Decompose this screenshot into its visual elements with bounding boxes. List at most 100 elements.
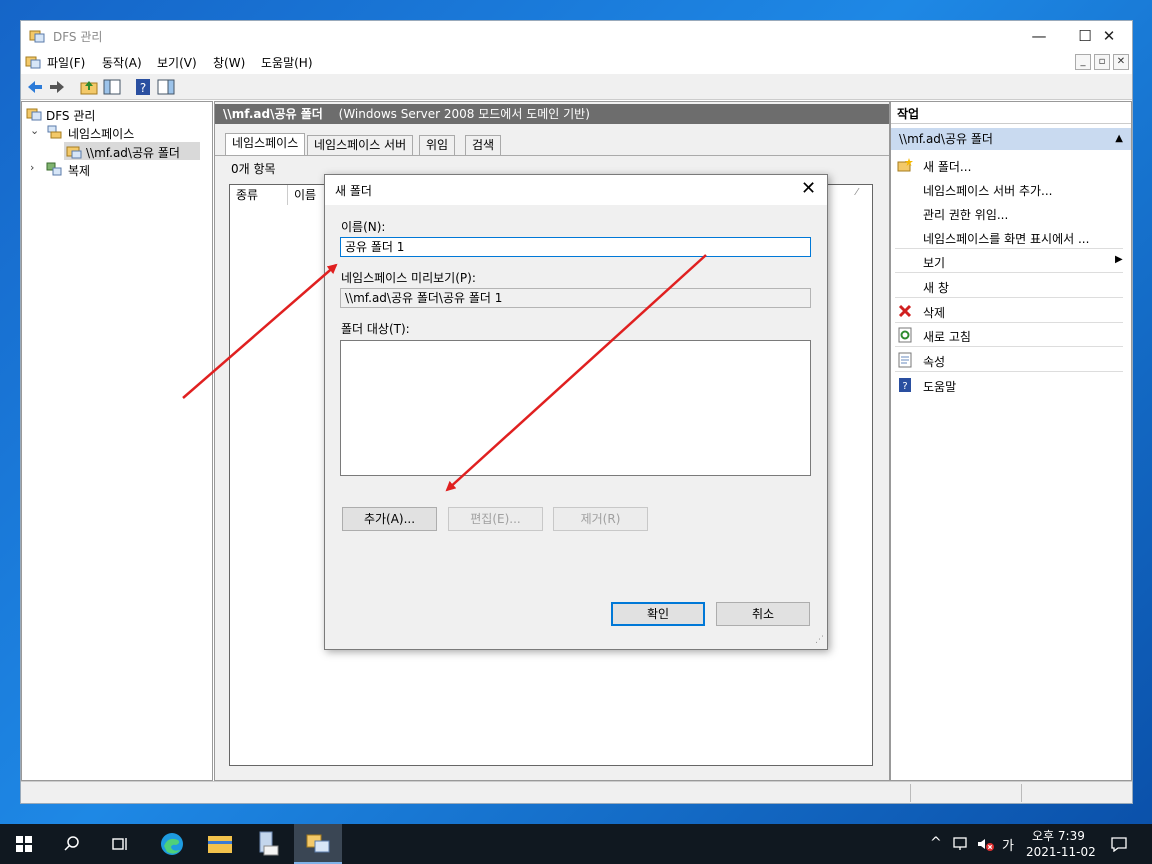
server-manager-icon [259, 831, 279, 856]
ok-button[interactable]: 확인 [611, 602, 705, 626]
chevron-down-icon[interactable]: ⌄ [30, 124, 39, 137]
taskbar-file-explorer[interactable] [196, 824, 244, 864]
toolbar: ? [21, 74, 1132, 100]
task-view-icon [112, 838, 127, 850]
refresh-icon [898, 327, 912, 343]
add-button[interactable]: 추가(A)... [342, 507, 437, 531]
actions-section[interactable]: \\mf.ad\공유 폴더 ▲ [891, 128, 1131, 150]
cancel-button[interactable]: 취소 [716, 602, 810, 626]
network-icon[interactable] [952, 836, 970, 852]
name-input[interactable]: 공유 폴더 1 [340, 237, 811, 257]
taskbar: ^ 가 오후 7:39 2021-11-02 [0, 824, 1152, 864]
dialog-close-icon[interactable]: ✕ [801, 178, 816, 199]
menu-window[interactable]: 창(W) [213, 54, 245, 71]
tree-replication[interactable]: 복제 [68, 162, 90, 179]
start-button[interactable] [0, 824, 48, 864]
collapse-up-icon[interactable]: ▲ [1115, 128, 1123, 150]
search-icon [64, 836, 79, 851]
help-icon[interactable]: ? [133, 77, 153, 97]
replication-icon [46, 162, 62, 176]
task-view-button[interactable] [96, 824, 144, 864]
menu-bar: 파일(F) 동작(A) 보기(V) 창(W) 도움말(H) _ ▫ ✕ [21, 51, 1132, 73]
preview-label: 네임스페이스 미리보기(P): [341, 271, 476, 285]
new-folder-dialog: 새 폴더 ✕ 이름(N): 공유 폴더 1 네임스페이스 미리보기(P): \\… [324, 174, 828, 650]
forward-arrow-icon[interactable] [47, 77, 67, 97]
actions-divider [895, 322, 1123, 323]
tree-root-dfs[interactable]: DFS 관리 [46, 107, 95, 124]
mdi-minimize-button[interactable]: _ [1075, 54, 1091, 70]
actions-divider [895, 297, 1123, 298]
new-folder-icon [897, 158, 913, 172]
action-properties[interactable]: 속성 [923, 353, 945, 370]
tab-delegation[interactable]: 위임 [419, 135, 456, 155]
dialog-title: 새 폴더 [335, 184, 372, 198]
results-header-path: \\mf.ad\공유 폴더 [223, 107, 323, 121]
action-add-namespace-server[interactable]: 네임스페이스 서버 추가... [923, 182, 1052, 199]
clock-date[interactable]: 2021-11-02 [1026, 845, 1096, 859]
svg-text:?: ? [140, 81, 146, 95]
column-type[interactable]: 종류 [230, 185, 288, 205]
help-icon: ? [899, 378, 911, 392]
menu-action[interactable]: 동작(A) [102, 54, 142, 71]
targets-list[interactable] [340, 340, 811, 476]
console-tree: DFS 관리 ⌄ 네임스페이스 \\mf.ad\공유 폴더 › 복제 [21, 101, 213, 781]
system-menu-icon[interactable] [25, 54, 41, 70]
mdi-close-button[interactable]: ✕ [1113, 54, 1129, 70]
notification-icon[interactable] [1110, 836, 1128, 852]
edit-button[interactable]: 편집(E)... [448, 507, 543, 531]
menu-help[interactable]: 도움말(H) [261, 54, 313, 71]
mdi-restore-button[interactable]: ▫ [1094, 54, 1110, 70]
namespace-folder-icon [66, 146, 82, 159]
show-hide-tree-icon[interactable] [102, 77, 122, 97]
namespace-icon [47, 125, 62, 139]
tab-namespace[interactable]: 네임스페이스 [225, 133, 306, 155]
resize-grip-icon[interactable]: ⋰ [815, 635, 824, 645]
results-header: \\mf.ad\공유 폴더 (Windows Server 2008 모드에서 … [215, 104, 889, 124]
tree-item-namespace[interactable]: \\mf.ad\공유 폴더 [86, 144, 180, 161]
dfs-root-icon [26, 108, 42, 121]
results-header-mode: (Windows Server 2008 모드에서 도메인 기반) [338, 107, 590, 121]
search-button[interactable] [48, 824, 96, 864]
clock-time[interactable]: 오후 7:39 [1032, 827, 1085, 844]
tab-search[interactable]: 검색 [465, 135, 502, 155]
action-delegate-permissions[interactable]: 관리 권한 위임... [923, 206, 1008, 223]
menu-file[interactable]: 파일(F) [47, 54, 85, 71]
volume-muted-icon[interactable] [976, 836, 996, 852]
action-delete[interactable]: 삭제 [923, 304, 945, 321]
actions-divider [895, 248, 1123, 249]
svg-text:?: ? [902, 381, 907, 392]
action-view[interactable]: 보기 [923, 254, 945, 271]
ime-indicator[interactable]: 가 [1002, 835, 1014, 854]
action-new-folder[interactable]: 새 폴더... [923, 158, 971, 175]
actions-header: 작업 [891, 104, 1131, 124]
actions-divider [895, 371, 1123, 372]
delete-icon [898, 304, 912, 318]
actions-section-label: \\mf.ad\공유 폴더 [899, 132, 993, 146]
column-name[interactable]: 이름 [288, 185, 328, 205]
remove-button[interactable]: 제거(R) [553, 507, 648, 531]
dialog-title-bar[interactable]: 새 폴더 ✕ [325, 175, 827, 205]
taskbar-dfs-management[interactable] [294, 824, 342, 864]
minimize-button[interactable]: — [1016, 21, 1062, 51]
dfs-app-icon [306, 834, 330, 853]
action-new-window[interactable]: 새 창 [923, 279, 949, 296]
title-bar[interactable]: DFS 관리 — ☐ ✕ [21, 21, 1132, 51]
up-folder-icon[interactable] [79, 77, 99, 97]
close-window-button[interactable]: ✕ [1086, 21, 1132, 51]
tab-namespace-servers[interactable]: 네임스페이스 서버 [307, 135, 414, 155]
taskbar-edge[interactable] [148, 824, 196, 864]
action-remove-namespace-display[interactable]: 네임스페이스를 화면 표시에서 ... [923, 230, 1089, 247]
submenu-arrow-icon: ▶ [1115, 254, 1123, 265]
chevron-right-icon[interactable]: › [30, 161, 34, 174]
targets-label: 폴더 대상(T): [341, 322, 410, 336]
tree-namespaces[interactable]: 네임스페이스 [68, 125, 134, 142]
show-hide-action-pane-icon[interactable] [156, 77, 176, 97]
taskbar-server-manager[interactable] [244, 824, 292, 864]
chevron-up-icon[interactable]: ^ [930, 835, 942, 851]
name-label: 이름(N): [341, 220, 386, 234]
action-help[interactable]: 도움말 [923, 378, 956, 395]
back-arrow-icon[interactable] [25, 77, 45, 97]
menu-view[interactable]: 보기(V) [157, 54, 197, 71]
action-refresh[interactable]: 새로 고침 [923, 328, 971, 345]
folder-icon [208, 836, 232, 853]
